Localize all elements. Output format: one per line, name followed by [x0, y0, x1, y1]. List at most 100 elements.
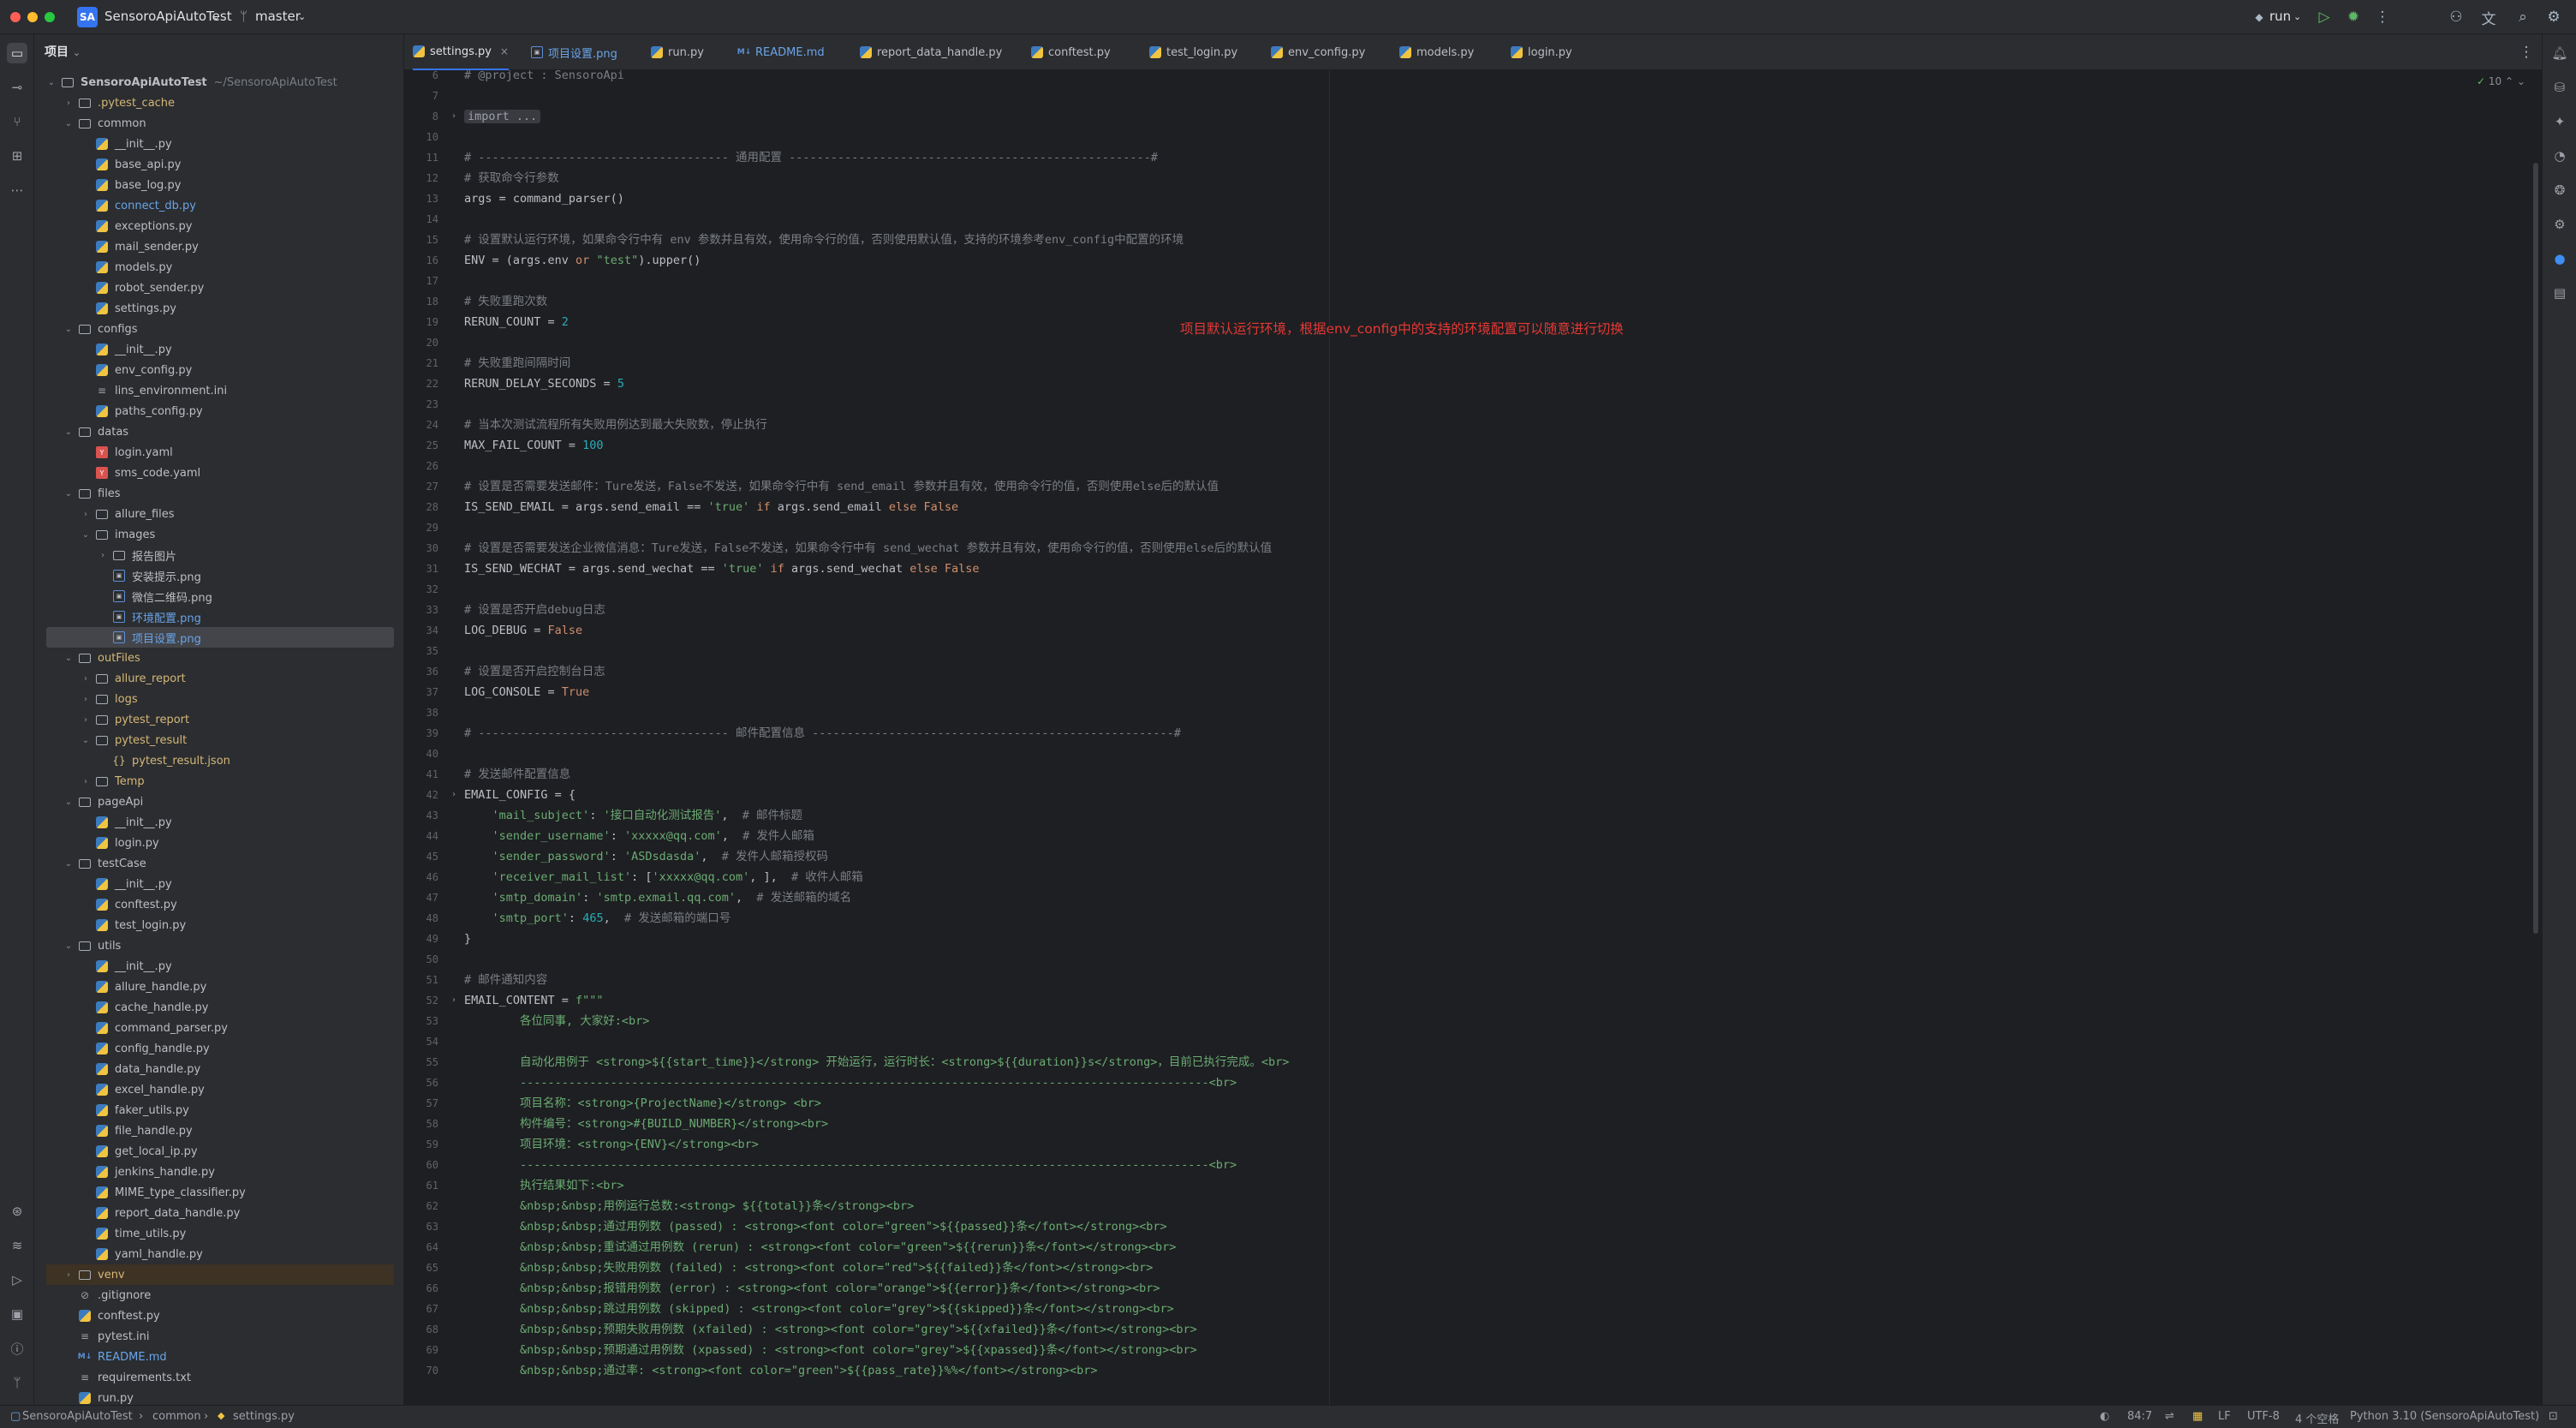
python-packages-icon[interactable]: ⊛ — [7, 1201, 27, 1222]
code-line[interactable]: EMAIL_CONTENT = f""" — [464, 990, 604, 1011]
folder-icon[interactable]: ▭ — [7, 43, 27, 63]
code-line[interactable]: 项目环境：<strong>{ENV}</strong><br> — [464, 1134, 759, 1155]
chevron-down-icon[interactable]: ⌄ — [63, 325, 74, 334]
tree-file[interactable]: M↓ README.md — [46, 1347, 394, 1367]
tree-folder[interactable]: ⌄ pageApi — [46, 792, 394, 812]
tree-folder[interactable]: ⌄ pytest_result — [46, 730, 394, 750]
chevron-right-icon[interactable]: › — [80, 715, 91, 725]
tree-folder[interactable]: › .pytest_cache — [46, 93, 394, 113]
project-panel-title[interactable]: 项目 ⌄ — [45, 43, 80, 60]
indent-setting[interactable]: 4 个空格 — [2295, 1410, 2339, 1426]
tree-folder[interactable]: › allure_files — [46, 504, 394, 524]
tree-file[interactable]: ▣ 项目设置.png — [46, 627, 394, 648]
tree-folder[interactable]: ⌄ files — [46, 483, 394, 504]
code-line[interactable]: &nbsp;&nbsp;预期失败用例数 (xfailed) : <strong>… — [464, 1319, 1197, 1340]
code-line[interactable]: &nbsp;&nbsp;失败用例数 (failed) : <strong><fo… — [464, 1258, 1153, 1278]
chevron-down-icon[interactable]: ⌄ — [80, 530, 91, 540]
code-line[interactable]: 'smtp_port': 465, # 发送邮箱的端口号 — [464, 908, 731, 929]
code-line[interactable]: 'sender_username': 'xxxxx@qq.com', # 发件人… — [464, 826, 814, 846]
git-icon[interactable]: ᛘ — [7, 1372, 27, 1393]
code-line[interactable]: &nbsp;&nbsp;用例运行总数:<strong> ${{total}}条<… — [464, 1196, 914, 1216]
tree-folder[interactable]: ⌄ testCase — [46, 853, 394, 874]
chevron-down-icon[interactable]: ⌄ — [63, 427, 74, 437]
tree-file[interactable]: __init__.py — [46, 134, 394, 154]
tree-file[interactable]: conftest.py — [46, 1306, 394, 1326]
python-interpreter[interactable]: Python 3.10 (SensoroApiAutoTest) — [2350, 1410, 2539, 1423]
close-window-button[interactable] — [10, 12, 21, 22]
tree-file[interactable]: {} pytest_result.json — [46, 750, 394, 771]
code-line[interactable]: 'mail_subject': '接口自动化测试报告', # 邮件标题 — [464, 805, 802, 826]
chevron-down-icon[interactable]: ⌄ — [63, 941, 74, 951]
fold-toggle-icon[interactable]: › — [452, 785, 456, 805]
tree-file[interactable]: command_parser.py — [46, 1018, 394, 1038]
minimize-window-button[interactable] — [27, 12, 38, 22]
readonly-toggle-icon[interactable]: ⇌ — [2165, 1410, 2174, 1423]
code-line[interactable]: 各位同事, 大家好:<br> — [464, 1011, 649, 1031]
tree-file[interactable]: get_local_ip.py — [46, 1141, 394, 1162]
code-line[interactable]: LOG_DEBUG = False — [464, 620, 582, 641]
code-line[interactable]: # ------------------------------------ 邮… — [464, 723, 1181, 744]
code-line[interactable]: # ------------------------------------ 通… — [464, 147, 1158, 168]
tree-file[interactable]: mail_sender.py — [46, 236, 394, 257]
code-line[interactable]: # 失败重跑间隔时间 — [464, 353, 570, 373]
database-icon[interactable]: ⛁ — [2549, 77, 2570, 98]
tree-file[interactable]: __init__.py — [46, 874, 394, 894]
code-line[interactable]: # 设置是否需要发送邮件：Ture发送，False不发送，如果命令行中有 sen… — [464, 476, 1219, 497]
code-line[interactable]: ----------------------------------------… — [464, 1072, 1237, 1093]
tree-folder[interactable]: › Temp — [46, 771, 394, 792]
code-line[interactable]: # 获取命令行参数 — [464, 168, 559, 188]
line-separator[interactable]: LF — [2218, 1410, 2231, 1423]
run-icon[interactable]: ▷ — [2314, 7, 2334, 27]
editor-tab[interactable]: env_config.py — [1271, 34, 1365, 70]
tree-file[interactable]: data_handle.py — [46, 1059, 394, 1079]
breadcrumb-folder[interactable]: common — [152, 1410, 201, 1423]
editor-tab[interactable]: ▣ 项目设置.png — [531, 34, 617, 70]
tree-file[interactable]: time_utils.py — [46, 1223, 394, 1244]
close-icon[interactable]: × — [500, 45, 509, 57]
code-line[interactable]: # 失败重跑次数 — [464, 291, 547, 312]
tree-file[interactable]: __init__.py — [46, 812, 394, 833]
tree-folder[interactable]: ⌄ images — [46, 524, 394, 545]
ai-status-icon[interactable]: ◐ — [2100, 1410, 2109, 1423]
chevron-right-icon[interactable]: › — [63, 99, 74, 108]
code-line[interactable]: RERUN_DELAY_SECONDS = 5 — [464, 373, 624, 394]
code-editor[interactable]: 6 7 8 › 10 11 12 13 14 15 16 17 18 19 20 21 22 23 24 25 26 27… — [404, 70, 2542, 1405]
tree-file[interactable]: __init__.py — [46, 956, 394, 977]
chevron-right-icon[interactable]: › — [80, 510, 91, 519]
code-line[interactable]: &nbsp;&nbsp;报错用例数 (error) : <strong><fon… — [464, 1278, 1160, 1299]
tree-file[interactable]: run.py — [46, 1388, 394, 1405]
tree-folder[interactable]: › venv — [46, 1264, 394, 1285]
commit-icon[interactable]: ⊸ — [7, 77, 27, 98]
more-icon[interactable]: ⋯ — [7, 180, 27, 200]
tree-file[interactable]: ▣ 微信二维码.png — [46, 586, 394, 606]
tree-file[interactable]: MIME_type_classifier.py — [46, 1182, 394, 1203]
code-line[interactable]: &nbsp;&nbsp;通过率: <strong><font color="gr… — [464, 1360, 1097, 1381]
code-line[interactable]: # 设置是否需要发送企业微信消息：Ture发送，False不发送，如果命令行中有… — [464, 538, 1272, 559]
pull-request-icon[interactable]: ⑂ — [7, 111, 27, 132]
code-line[interactable]: IS_SEND_WECHAT = args.send_wechat == 'tr… — [464, 559, 980, 579]
project-badge[interactable]: SA — [77, 7, 98, 27]
chevron-down-icon[interactable]: ⌄ — [63, 489, 74, 499]
tree-file[interactable]: robot_sender.py — [46, 278, 394, 298]
chevron-down-icon[interactable]: ⌄ — [63, 859, 74, 869]
code-line[interactable]: &nbsp;&nbsp;预期通过用例数 (xpassed) : <strong>… — [464, 1340, 1197, 1360]
code-line[interactable]: # 设置是否开启debug日志 — [464, 600, 605, 620]
code-line[interactable]: ----------------------------------------… — [464, 1155, 1237, 1175]
chevron-right-icon[interactable]: › — [80, 695, 91, 704]
chevron-down-icon[interactable]: ⌄ — [80, 736, 91, 745]
code-line[interactable]: LOG_CONSOLE = True — [464, 682, 589, 702]
chevron-down-icon[interactable]: ⌄ — [63, 119, 74, 128]
code-line[interactable]: 自动化用例于 <strong>${{start_time}}</strong> … — [464, 1052, 1289, 1072]
plugin-icon[interactable]: ❂ — [2549, 180, 2570, 200]
more-actions-icon[interactable]: ⋮ — [2372, 7, 2393, 27]
editor-tab[interactable]: conftest.py — [1031, 34, 1111, 70]
terminal-icon[interactable]: ▣ — [7, 1304, 27, 1324]
tree-folder[interactable]: ⌄ datas — [46, 421, 394, 442]
fold-toggle-icon[interactable]: › — [452, 990, 456, 1011]
problems-icon[interactable]: ⓘ — [7, 1338, 27, 1359]
tree-file[interactable]: __init__.py — [46, 339, 394, 360]
code-line[interactable]: 执行结果如下:<br> — [464, 1175, 624, 1196]
editor-tab[interactable]: report_data_handle.py — [860, 34, 1002, 70]
tree-file[interactable]: ≡ pytest.ini — [46, 1326, 394, 1347]
tree-file[interactable]: connect_db.py — [46, 195, 394, 216]
